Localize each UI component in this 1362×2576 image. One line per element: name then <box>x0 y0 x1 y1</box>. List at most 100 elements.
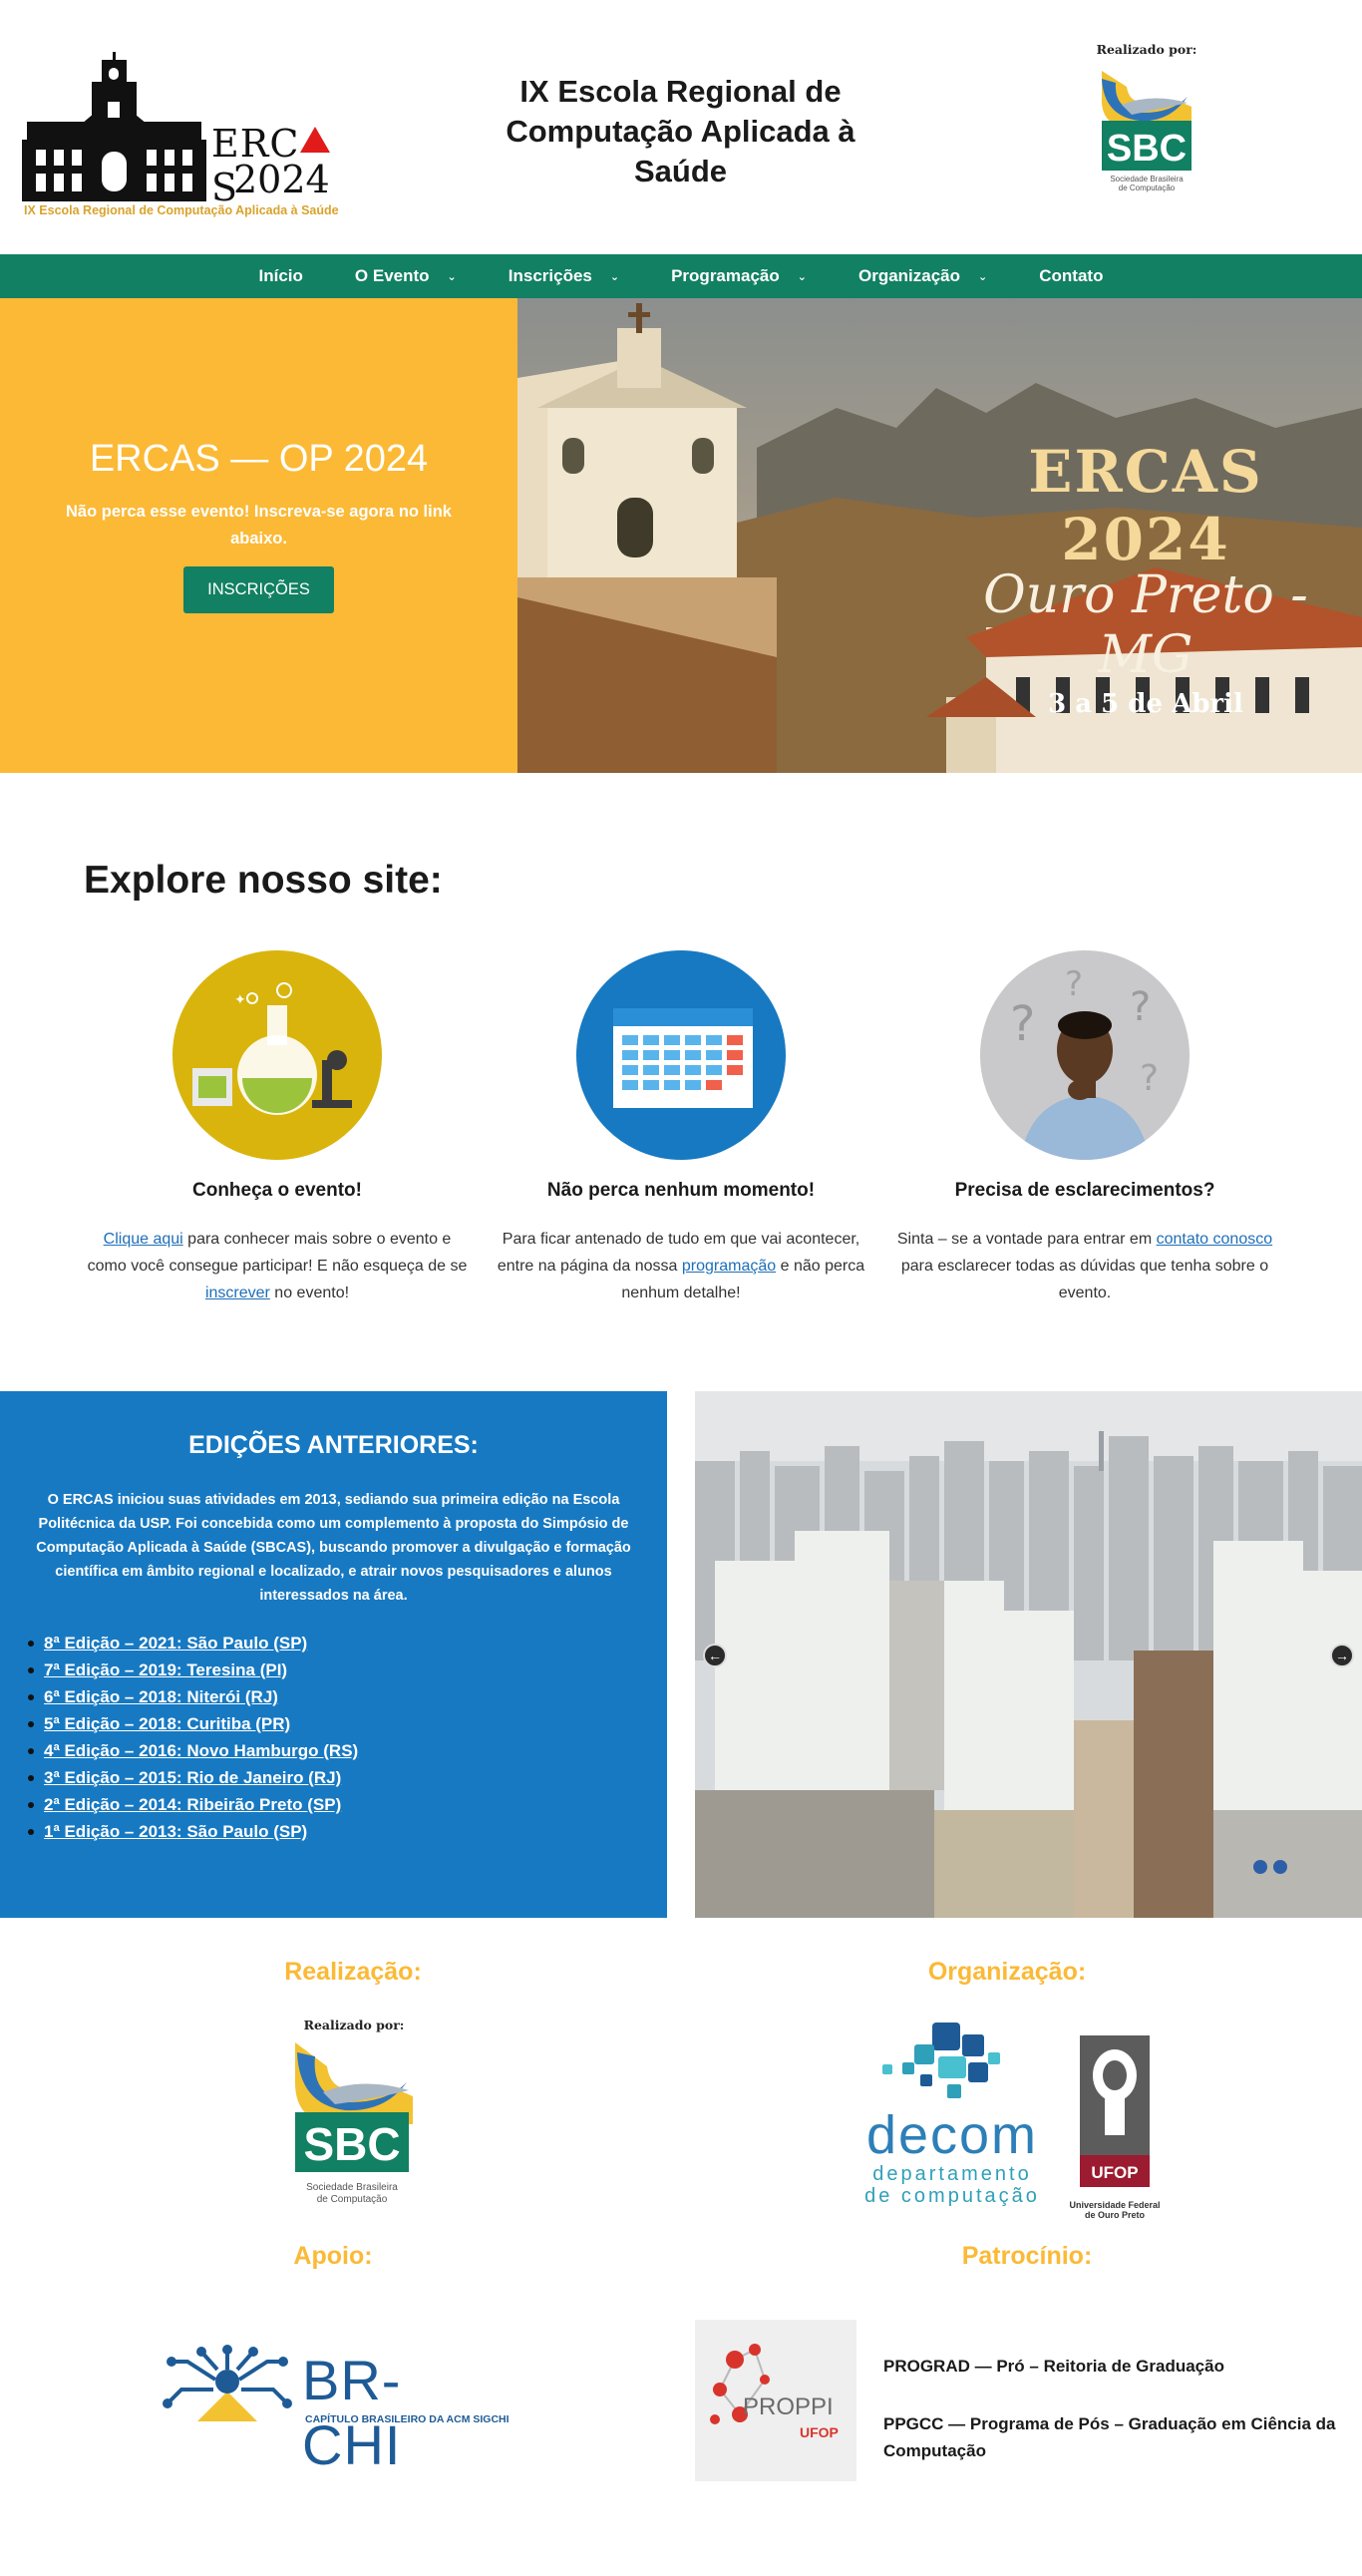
svg-text:Sociedade Brasileira: Sociedade Brasileira <box>306 2182 398 2193</box>
explore-section: Explore nosso site: ✦ Conheça o evento! … <box>0 773 1362 1391</box>
svg-text:?: ? <box>1140 1058 1159 1099</box>
patrocinio-heading: Patrocínio: <box>961 2242 1093 2270</box>
card-text: Sinta – se a vontade para entrar em cont… <box>896 1231 1273 1301</box>
edition-item[interactable]: 7ª Edição – 2019: Teresina (PI) <box>28 1656 643 1683</box>
organizacao-heading: Organização: <box>927 1958 1087 1986</box>
lab-flask-icon[interactable]: ✦ <box>172 950 382 1160</box>
proppi-network-icon: PROPPI UFOP <box>710 2344 839 2440</box>
brchi-logo[interactable]: BR-CHI CAPÍTULO BRASILEIRO DA ACM SIGCHI <box>158 2342 510 2476</box>
carousel-next-arrow[interactable]: → <box>1330 1644 1354 1667</box>
nav-programacao[interactable]: Programação ⌄ <box>645 266 833 286</box>
ufop-logo[interactable]: UFOP Universidade Federal de Ouro Preto <box>1065 2035 1165 2220</box>
edition-item[interactable]: 8ª Edição – 2021: São Paulo (SP) <box>28 1630 643 1656</box>
svg-text:de Computação: de Computação <box>317 2194 388 2205</box>
brchi-wordmark: BR-CHI <box>302 2349 402 2476</box>
logo-year: 2024 <box>233 158 330 201</box>
ercas-logo[interactable]: ERCS 2024 IX Escola Regional de Computaç… <box>22 52 351 221</box>
decom-logo[interactable]: decom departamento de computação <box>852 2023 1052 2212</box>
editions-panel: EDIÇÕES ANTERIORES: O ERCAS iniciou suas… <box>0 1391 667 1918</box>
main-nav: Início O Evento ⌄ Inscrições ⌄ Programação… <box>0 254 1362 298</box>
svg-text:?: ? <box>1065 964 1083 1004</box>
edition-item[interactable]: 3ª Edição – 2015: Rio de Janeiro (RJ) <box>28 1764 643 1791</box>
ufop-label: UFOP <box>1091 2163 1138 2182</box>
ufop-crest-icon: UFOP <box>1080 2035 1150 2187</box>
svg-text:?: ? <box>1130 984 1151 1030</box>
logo-subtitle: IX Escola Regional de Computação Aplicad… <box>24 203 339 217</box>
carousel-dot[interactable] <box>1273 1860 1287 1874</box>
chevron-down-icon: ⌄ <box>609 270 620 283</box>
card-title: Precisa de esclarecimentos? <box>954 1180 1215 1201</box>
editions-intro: O ERCAS iniciou suas atividades em 2013,… <box>36 1492 631 1604</box>
decom-wordmark: decom <box>865 2105 1039 2165</box>
svg-text:?: ? <box>1010 996 1035 1052</box>
banner-location: Ouro Preto - MG <box>983 565 1308 685</box>
proppi-logo[interactable]: PROPPI UFOP <box>695 2320 856 2481</box>
hero-cta-panel: ERCAS — OP 2024 Não perca esse evento! I… <box>0 298 517 773</box>
hero-text: Não perca esse evento! Inscreva-se agora… <box>65 503 452 548</box>
decom-squares-icon <box>882 2023 1000 2098</box>
programacao-link[interactable]: programação <box>682 1258 776 1275</box>
editions-list: 8ª Edição – 2021: São Paulo (SP) 7ª Ediç… <box>24 1630 643 1845</box>
ppgcc-text: PPGCC — Programa de Pós – Graduação em C… <box>883 2414 1336 2460</box>
card-title: Não perca nenhum momento! <box>546 1180 816 1201</box>
sbc-logo-icon: SBC Sociedade Brasileira de Computação <box>295 2042 413 2205</box>
chevron-down-icon: ⌄ <box>447 270 457 283</box>
banner-date: 3 a 5 de Abril <box>1048 689 1243 719</box>
explore-heading: Explore nosso site: <box>84 859 443 902</box>
nav-inicio[interactable]: Início <box>233 266 329 286</box>
calendar-icon[interactable] <box>576 950 786 1160</box>
thinking-person-icon[interactable]: ? ? ? ? <box>980 950 1190 1160</box>
realizacao-heading: Realização: <box>284 1958 422 1986</box>
banner-title: ERCAS 2024 <box>1028 438 1263 573</box>
prograd-text: PROGRAD — Pró – Reitoria de Graduação <box>883 2357 1224 2376</box>
sbc-logo-footer[interactable]: Realizado por: SBC Sociedade Brasileira … <box>289 2018 419 2227</box>
brchi-subtitle: CAPÍTULO BRASILEIRO DA ACM SIGCHI <box>305 2413 510 2425</box>
nav-o-evento[interactable]: O Evento ⌄ <box>329 266 483 286</box>
sponsors-section: Realização: Organização: Realizado por: … <box>0 1918 1362 2576</box>
nav-inscricoes[interactable]: Inscrições ⌄ <box>483 266 645 286</box>
hero-banner-image: ERCAS 2024 Ouro Preto - MG 3 a 5 de Abri… <box>517 298 1362 773</box>
city-skyline-image <box>695 1391 1362 1918</box>
edition-item[interactable]: 5ª Edição – 2018: Curitiba (PR) <box>28 1710 643 1737</box>
editions-section: EDIÇÕES ANTERIORES: O ERCAS iniciou suas… <box>0 1391 1362 1918</box>
edition-item[interactable]: 1ª Edição – 2013: São Paulo (SP) <box>28 1818 643 1845</box>
inscricoes-button[interactable]: INSCRIÇÕES <box>183 566 334 613</box>
explore-cards: ✦ Conheça o evento! Clique aqui para con… <box>84 950 1278 1306</box>
sbc-logo-header[interactable]: Realizado por: SBC Sociedade Brasileira … <box>1087 42 1206 211</box>
edition-item[interactable]: 2ª Edição – 2014: Ribeirão Preto (SP) <box>28 1791 643 1818</box>
svg-text:de Computação: de Computação <box>1119 184 1176 192</box>
card-text: Clique aqui para conhecer mais sobre o e… <box>87 1231 468 1301</box>
svg-text:Sociedade Brasileira: Sociedade Brasileira <box>1110 175 1184 184</box>
edition-item[interactable]: 4ª Edição – 2016: Novo Hamburgo (RS) <box>28 1737 643 1764</box>
card-title: Conheça o evento! <box>192 1180 362 1201</box>
site-header: ERCS 2024 IX Escola Regional de Computaç… <box>0 0 1362 254</box>
sbc-logo-icon: SBC Sociedade Brasileira de Computação <box>1101 71 1192 192</box>
sbc-text: SBC <box>303 2118 400 2170</box>
museum-building-icon <box>22 52 206 201</box>
edition-item[interactable]: 6ª Edição – 2018: Niterói (RJ) <box>28 1683 643 1710</box>
svg-text:UFOP: UFOP <box>800 2424 839 2440</box>
proppi-wordmark: PROPPI <box>743 2393 834 2420</box>
contato-conosco-link[interactable]: contato conosco <box>1157 1231 1273 1248</box>
nav-organizacao[interactable]: Organização ⌄ <box>833 266 1013 286</box>
card-contato: ? ? ? ? Precisa de esclarecimentos? Sint… <box>891 950 1278 1306</box>
carousel-dots <box>1253 1860 1287 1874</box>
editions-heading: EDIÇÕES ANTERIORES: <box>188 1431 479 1459</box>
apoio-heading: Apoio: <box>293 2242 373 2270</box>
hero-section: ERCAS — OP 2024 Não perca esse evento! I… <box>0 298 1362 773</box>
clique-aqui-link[interactable]: Clique aqui <box>104 1231 183 1248</box>
chevron-down-icon: ⌄ <box>978 270 988 283</box>
city-carousel: ← → <box>695 1391 1362 1918</box>
svg-text:✦: ✦ <box>234 992 246 1008</box>
site-title: IX Escola Regional de Computação Aplicad… <box>506 74 855 188</box>
carousel-dot[interactable] <box>1253 1860 1267 1874</box>
inscrever-link[interactable]: inscrever <box>205 1285 270 1301</box>
card-evento: ✦ Conheça o evento! Clique aqui para con… <box>84 950 471 1306</box>
sbc-text: SBC <box>1107 128 1187 170</box>
nav-contato[interactable]: Contato <box>1013 266 1129 286</box>
circuit-icon <box>163 2345 292 2421</box>
realizado-label: Realizado por: <box>1096 42 1197 57</box>
hero-banner-overlay: ERCAS 2024 Ouro Preto - MG 3 a 5 de Abri… <box>936 438 1355 719</box>
card-text: Para ficar antenado de tudo em que vai a… <box>497 1231 865 1301</box>
carousel-prev-arrow[interactable]: ← <box>703 1644 727 1667</box>
